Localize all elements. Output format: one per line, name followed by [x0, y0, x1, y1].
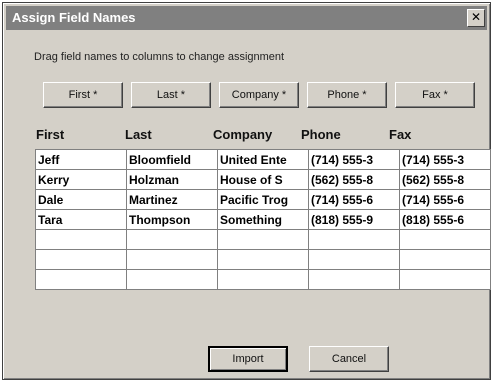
table-cell[interactable]: (562) 555-8 — [308, 169, 400, 190]
table-cell[interactable]: Pacific Trog — [217, 189, 309, 210]
cell-text: (714) 555-6 — [402, 192, 465, 207]
table-cell[interactable]: (714) 555-3 — [308, 149, 400, 170]
cell-text: Holzman — [129, 172, 180, 187]
table-row[interactable]: Kerry Holzman House of S (562) 555-8 (562) 5… — [35, 169, 491, 190]
cell-text: (714) 555-3 — [311, 152, 374, 167]
table-cell[interactable]: Martinez — [126, 189, 218, 210]
table-cell[interactable] — [399, 229, 491, 250]
table-row[interactable] — [35, 229, 491, 250]
cell-text: (714) 555-6 — [311, 192, 374, 207]
cell-text: Tara — [38, 212, 63, 227]
table-cell[interactable]: Dale — [35, 189, 127, 210]
cell-text: Martinez — [129, 192, 178, 207]
table-cell[interactable] — [35, 269, 127, 290]
table-cell[interactable]: Thompson — [126, 209, 218, 230]
table-cell[interactable]: (714) 555-3 — [399, 149, 491, 170]
table-cell[interactable]: United Ente — [217, 149, 309, 170]
column-header-last: Last — [125, 127, 152, 142]
table-cell[interactable] — [217, 229, 309, 250]
table-row[interactable]: Jeff Bloomfield United Ente (714) 555-3 (714… — [35, 149, 491, 170]
table-cell[interactable] — [308, 269, 400, 290]
table-cell[interactable] — [217, 249, 309, 270]
column-header-phone: Phone — [301, 127, 341, 142]
cell-text: Something — [220, 212, 282, 227]
cell-text: Kerry — [38, 172, 70, 187]
column-header-company: Company — [213, 127, 273, 142]
cell-text: Pacific Trog — [220, 192, 289, 207]
table-row[interactable] — [35, 269, 491, 290]
table-cell[interactable] — [126, 229, 218, 250]
close-icon[interactable]: ✕ — [467, 9, 485, 27]
cell-text: House of S — [220, 172, 283, 187]
import-button[interactable]: Import — [208, 346, 288, 372]
table-cell[interactable] — [399, 249, 491, 270]
table-cell[interactable]: Bloomfield — [126, 149, 218, 170]
cell-text: (818) 555-9 — [311, 212, 374, 227]
column-header-first: First — [36, 127, 65, 142]
instructions-text: Drag field names to columns to change as… — [34, 51, 285, 63]
cell-text: (562) 555-8 — [311, 172, 374, 187]
table-cell[interactable]: House of S — [217, 169, 309, 190]
table-cell[interactable]: (562) 555-8 — [399, 169, 491, 190]
field-button-fax[interactable]: Fax * — [395, 82, 475, 108]
field-data-grid[interactable]: Jeff Bloomfield United Ente (714) 555-3 (714… — [35, 149, 491, 290]
cell-text: (714) 555-3 — [402, 152, 465, 167]
cell-text: Dale — [38, 192, 64, 207]
table-cell[interactable]: Holzman — [126, 169, 218, 190]
table-cell[interactable] — [217, 269, 309, 290]
field-button-phone[interactable]: Phone * — [307, 82, 387, 108]
table-cell[interactable] — [399, 269, 491, 290]
cancel-button[interactable]: Cancel — [309, 346, 389, 372]
column-header-fax: Fax — [389, 127, 412, 142]
table-row[interactable]: Tara Thompson Something (818) 555-9 (818) 55… — [35, 209, 491, 230]
assign-field-names-dialog: Assign Field Names ✕ Drag field names to… — [2, 2, 491, 380]
field-button-first[interactable]: First * — [43, 82, 123, 108]
table-cell[interactable]: Jeff — [35, 149, 127, 170]
table-cell[interactable] — [308, 229, 400, 250]
cell-text: (562) 555-8 — [402, 172, 465, 187]
cell-text: Bloomfield — [129, 152, 191, 167]
table-cell[interactable]: Tara — [35, 209, 127, 230]
table-cell[interactable]: (818) 555-6 — [399, 209, 491, 230]
table-cell[interactable]: Kerry — [35, 169, 127, 190]
table-cell[interactable]: (714) 555-6 — [308, 189, 400, 210]
table-row[interactable] — [35, 249, 491, 270]
table-cell[interactable] — [126, 269, 218, 290]
cell-text: Thompson — [129, 212, 191, 227]
field-button-company[interactable]: Company * — [219, 82, 299, 108]
table-cell[interactable]: (818) 555-9 — [308, 209, 400, 230]
cell-text: United Ente — [220, 152, 287, 167]
dialog-title: Assign Field Names — [12, 10, 136, 25]
table-cell[interactable]: (714) 555-6 — [399, 189, 491, 210]
field-button-last[interactable]: Last * — [131, 82, 211, 108]
table-row[interactable]: Dale Martinez Pacific Trog (714) 555-6 (714)… — [35, 189, 491, 210]
cell-text: (818) 555-6 — [402, 212, 465, 227]
table-cell[interactable] — [308, 249, 400, 270]
cell-text: Jeff — [38, 152, 60, 167]
table-cell[interactable] — [35, 249, 127, 270]
table-cell[interactable] — [35, 229, 127, 250]
table-cell[interactable]: Something — [217, 209, 309, 230]
title-bar[interactable]: Assign Field Names ✕ — [6, 6, 487, 30]
table-cell[interactable] — [126, 249, 218, 270]
